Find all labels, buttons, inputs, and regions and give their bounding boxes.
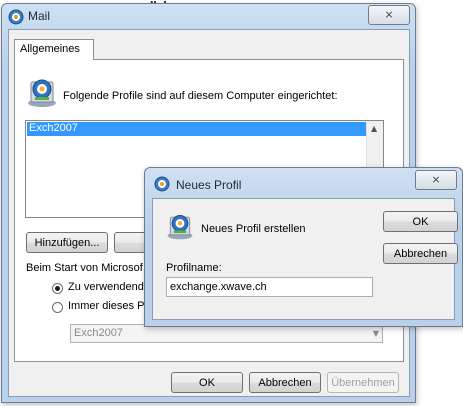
apply-button-label: Übernehmen <box>331 377 395 389</box>
dialog-app-icon <box>154 176 170 192</box>
ok-button[interactable]: OK <box>171 372 243 393</box>
startup-label: Beim Start von Microsof <box>26 262 143 274</box>
apply-button[interactable]: Übernehmen <box>327 372 399 393</box>
add-profile-button-label: Hinzufügen... <box>34 237 100 249</box>
add-profile-button[interactable]: Hinzufügen... <box>26 232 108 253</box>
profiles-heading: Folgende Profile sind auf diesem Compute… <box>63 90 338 102</box>
chevron-down-icon: ▼ <box>372 329 379 338</box>
radio-always-profile[interactable] <box>52 302 63 313</box>
profile-name-input[interactable]: exchange.xwave.ch <box>166 277 373 297</box>
mail-titlebar: Mail ⨯ <box>2 4 415 30</box>
list-item[interactable]: Exch2007 <box>27 122 366 136</box>
scroll-up-icon[interactable]: ▲ <box>371 124 377 133</box>
cancel-button-label: Abbrechen <box>258 377 312 389</box>
close-icon: ⨯ <box>384 8 394 21</box>
dialog-ok-button[interactable]: OK <box>383 211 458 232</box>
cancel-button[interactable]: Abbrechen <box>249 372 321 393</box>
mail-title: Mail <box>28 9 51 23</box>
mail-app-icon <box>8 9 24 25</box>
dialog-cancel-label: Abbrechen <box>393 248 448 260</box>
close-icon: ⨯ <box>431 173 441 186</box>
mail-close-button[interactable]: ⨯ <box>368 5 410 25</box>
list-item-label: Exch2007 <box>29 122 78 134</box>
profile-name-value: exchange.xwave.ch <box>170 281 267 293</box>
dialog-heading: Neues Profil erstellen <box>201 223 306 235</box>
default-profile-value: Exch2007 <box>74 327 123 339</box>
new-profile-dialog: Neues Profil ⨯ Neues Profil erstellen Pr… <box>144 167 463 327</box>
radio-always-label: Immer dieses Pr <box>68 300 149 312</box>
dialog-title: Neues Profil <box>176 178 242 192</box>
dialog-close-button[interactable]: ⨯ <box>415 170 457 190</box>
radio-ask-label: Zu verwendende <box>68 281 150 293</box>
dialog-titlebar: Neues Profil ⨯ <box>145 168 462 194</box>
new-profile-icon <box>167 214 193 240</box>
tab-label: Allgemeines <box>20 43 80 55</box>
profile-name-label: Profilname: <box>166 262 222 274</box>
dialog-ok-label: OK <box>412 216 429 228</box>
ok-button-label: OK <box>199 377 215 389</box>
tab-allgemeines[interactable]: Allgemeines <box>14 39 94 60</box>
dialog-client-area: Neues Profil erstellen Profilname: excha… <box>152 198 458 320</box>
profiles-icon <box>28 79 56 107</box>
radio-ask-profile[interactable] <box>52 283 63 294</box>
dialog-cancel-button[interactable]: Abbrechen <box>383 243 458 264</box>
